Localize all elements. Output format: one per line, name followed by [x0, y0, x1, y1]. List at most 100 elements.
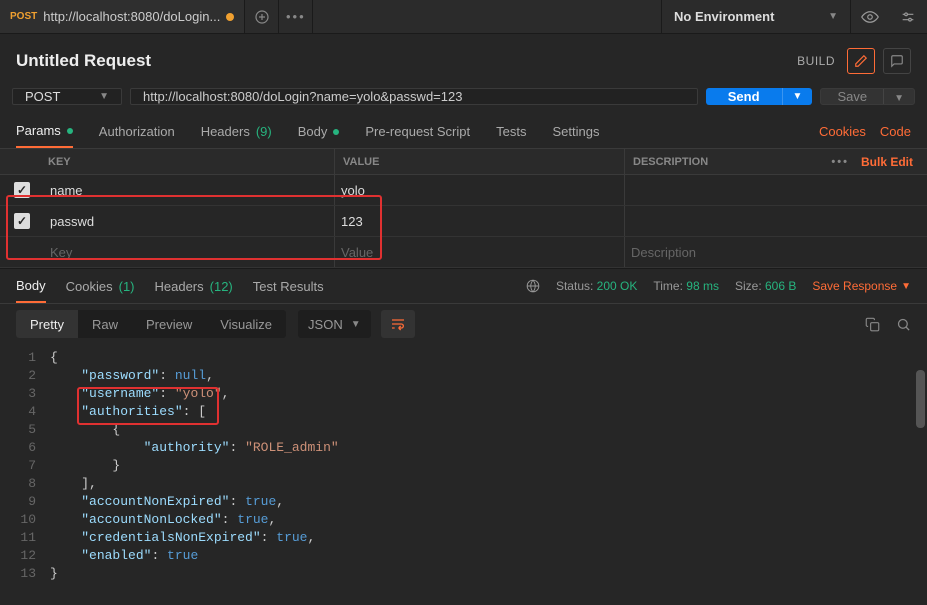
response-tabs: Body Cookies (1) Headers (12) Test Resul…: [0, 268, 927, 304]
save-response-button[interactable]: Save Response ▼: [812, 279, 911, 293]
request-name[interactable]: Untitled Request: [16, 51, 151, 71]
view-visualize-button[interactable]: Visualize: [206, 310, 286, 338]
empty-key-input[interactable]: Key: [44, 237, 334, 267]
params-rows: ✓ nameyolo ✓ passwd123: [0, 175, 927, 237]
resp-tab-headers[interactable]: Headers (12): [155, 279, 233, 294]
resp-cookies-label: Cookies: [66, 279, 113, 294]
format-value: JSON: [308, 317, 343, 332]
tab-tests[interactable]: Tests: [496, 115, 526, 148]
wrap-lines-button[interactable]: [381, 310, 415, 338]
size-label: Size:: [735, 279, 762, 293]
tab-body[interactable]: Body: [298, 115, 340, 148]
empty-value-input[interactable]: Value: [334, 237, 624, 267]
tab-settings[interactable]: Settings: [552, 115, 599, 148]
chevron-down-icon: ▼: [99, 91, 109, 102]
code-line: 13}: [0, 564, 927, 582]
row-checkbox[interactable]: ✓: [14, 213, 30, 229]
request-subtabs: Params Authorization Headers (9) Body Pr…: [0, 115, 927, 149]
send-button[interactable]: Send ▼: [706, 88, 813, 105]
new-tab-button[interactable]: [245, 0, 279, 33]
url-input[interactable]: http://localhost:8080/doLogin?name=yolo&…: [130, 88, 698, 105]
code-line: 12 "enabled": true: [0, 546, 927, 564]
code-line: 5 {: [0, 420, 927, 438]
unsaved-dot-icon: [226, 13, 234, 21]
view-preview-button[interactable]: Preview: [132, 310, 206, 338]
size-value: 606 B: [765, 279, 796, 293]
param-value-cell[interactable]: yolo: [334, 175, 624, 205]
status-label: Status:: [556, 279, 593, 293]
row-checkbox[interactable]: ✓: [14, 182, 30, 198]
code-line: 1{: [0, 348, 927, 366]
format-select[interactable]: JSON ▼: [298, 310, 371, 338]
time-label: Time:: [653, 279, 683, 293]
code-line: 2 "password": null,: [0, 366, 927, 384]
edit-mode-button[interactable]: [847, 48, 875, 74]
chevron-down-icon: ▼: [828, 11, 838, 22]
environment-label: No Environment: [674, 9, 774, 24]
view-pretty-button[interactable]: Pretty: [16, 310, 78, 338]
resp-tab-body[interactable]: Body: [16, 269, 46, 303]
params-empty-row[interactable]: Key Value Description: [0, 237, 927, 268]
scrollbar-thumb[interactable]: [916, 370, 925, 428]
empty-desc-input[interactable]: Description: [624, 237, 817, 267]
code-line: 3 "username": "yolo",: [0, 384, 927, 402]
code-link[interactable]: Code: [880, 124, 911, 139]
params-row[interactable]: ✓ passwd123: [0, 206, 927, 237]
status-value: 200 OK: [597, 279, 638, 293]
search-response-button[interactable]: [896, 317, 911, 332]
col-key-header: KEY: [44, 149, 334, 174]
chevron-down-icon: ▼: [351, 319, 361, 330]
code-line: 10 "accountNonLocked": true,: [0, 510, 927, 528]
top-tab-bar: POST http://localhost:8080/doLogin... ••…: [0, 0, 927, 34]
param-key-cell[interactable]: passwd: [44, 206, 334, 236]
tab-overflow-button[interactable]: •••: [279, 0, 313, 33]
tab-params-label: Params: [16, 123, 61, 138]
build-label: BUILD: [797, 54, 835, 68]
param-key-cell[interactable]: name: [44, 175, 334, 205]
resp-headers-label: Headers: [155, 279, 204, 294]
response-body[interactable]: 1{2 "password": null,3 "username": "yolo…: [0, 344, 927, 584]
copy-response-button[interactable]: [865, 317, 880, 332]
col-value-header: VALUE: [334, 149, 624, 174]
bulk-edit-link[interactable]: Bulk Edit: [861, 155, 913, 169]
resp-cookies-count: (1): [119, 279, 135, 294]
tab-headers[interactable]: Headers (9): [201, 115, 272, 148]
comment-mode-button[interactable]: [883, 48, 911, 74]
param-desc-cell[interactable]: [624, 175, 817, 205]
request-tab[interactable]: POST http://localhost:8080/doLogin...: [0, 0, 245, 33]
code-line: 6 "authority": "ROLE_admin": [0, 438, 927, 456]
save-caret[interactable]: ▼: [883, 89, 914, 104]
active-dot-icon: [333, 129, 339, 135]
view-mode-segment: Pretty Raw Preview Visualize: [16, 310, 286, 338]
settings-sliders-button[interactable]: [889, 0, 927, 33]
resp-tab-cookies[interactable]: Cookies (1): [66, 279, 135, 294]
params-row[interactable]: ✓ nameyolo: [0, 175, 927, 206]
headers-count: (9): [256, 124, 272, 139]
resp-tab-tests[interactable]: Test Results: [253, 279, 324, 294]
view-raw-button[interactable]: Raw: [78, 310, 132, 338]
save-button[interactable]: Save ▼: [820, 88, 915, 105]
more-columns-button[interactable]: •••: [831, 156, 849, 168]
globe-icon[interactable]: [526, 279, 540, 293]
code-line: 9 "accountNonExpired": true,: [0, 492, 927, 510]
environment-select[interactable]: No Environment ▼: [661, 0, 851, 33]
time-value: 98 ms: [686, 279, 719, 293]
cookies-link[interactable]: Cookies: [819, 124, 866, 139]
tab-title: http://localhost:8080/doLogin...: [43, 9, 220, 24]
tab-body-label: Body: [298, 124, 328, 139]
tab-authorization[interactable]: Authorization: [99, 115, 175, 148]
environment-quicklook-button[interactable]: [851, 0, 889, 33]
tab-params[interactable]: Params: [16, 115, 73, 148]
col-desc-header: DESCRIPTION: [624, 149, 817, 174]
tab-prerequest[interactable]: Pre-request Script: [365, 115, 470, 148]
url-value: http://localhost:8080/doLogin?name=yolo&…: [143, 89, 462, 104]
param-desc-cell[interactable]: [624, 206, 817, 236]
save-button-label: Save: [821, 89, 883, 104]
send-caret[interactable]: ▼: [782, 88, 813, 105]
tab-headers-label: Headers: [201, 124, 250, 139]
url-row: POST ▼ http://localhost:8080/doLogin?nam…: [0, 84, 927, 115]
code-line: 7 }: [0, 456, 927, 474]
http-method-select[interactable]: POST ▼: [12, 88, 122, 105]
param-value-cell[interactable]: 123: [334, 206, 624, 236]
chevron-down-icon: ▼: [793, 91, 803, 102]
